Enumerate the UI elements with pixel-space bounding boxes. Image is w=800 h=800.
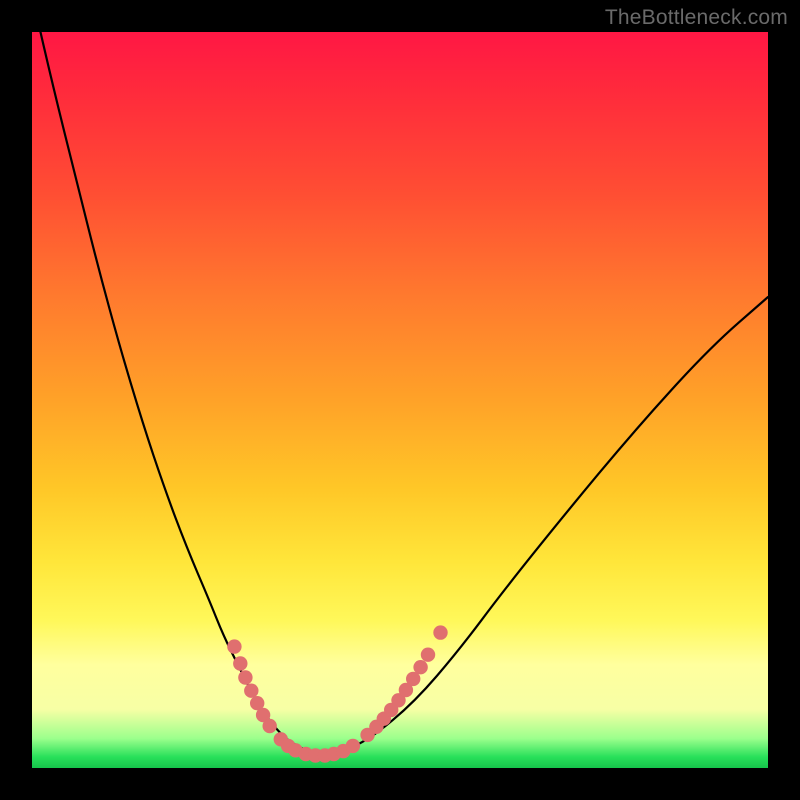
bottleneck-curve-svg [32, 32, 768, 768]
bottleneck-curve [32, 0, 768, 753]
curve-marker [263, 719, 277, 733]
curve-markers [227, 625, 447, 762]
chart-frame: TheBottleneck.com [0, 0, 800, 800]
watermark-text: TheBottleneck.com [605, 6, 788, 30]
curve-marker [413, 660, 427, 674]
curve-marker [346, 739, 360, 753]
curve-marker [227, 639, 241, 653]
plot-area [32, 32, 768, 768]
curve-marker [238, 670, 252, 684]
curve-marker [421, 648, 435, 662]
curve-marker [433, 625, 447, 639]
curve-marker [244, 684, 258, 698]
curve-marker [233, 656, 247, 670]
